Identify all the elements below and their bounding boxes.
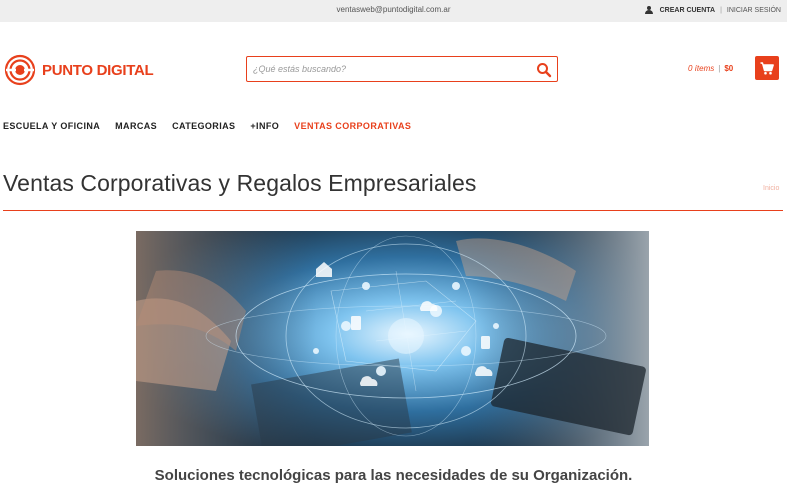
nav-mas-info[interactable]: +INFO [250, 121, 279, 131]
page-title: Ventas Corporativas y Regalos Empresaria… [3, 170, 477, 196]
user-icon [644, 6, 653, 14]
nav-ventas-corporativas[interactable]: VENTAS CORPORATIVAS [294, 121, 411, 131]
cart-items-count: 0 ítems [688, 64, 715, 73]
nav-marcas[interactable]: MARCAS [115, 121, 157, 131]
nav-escuela-y-oficina[interactable]: ESCUELA Y OFICINA [3, 121, 100, 131]
site-logo[interactable]: PUNTO DIGITAL [4, 54, 154, 86]
cart-total: $0 [724, 64, 734, 73]
account-links: CREAR CUENTA | INICIAR SESIÓN [644, 6, 781, 14]
breadcrumb-home[interactable]: Inicio [763, 185, 779, 192]
top-bar: ventasweb@puntodigital.com.ar CREAR CUEN… [0, 0, 787, 22]
hero-image [136, 231, 649, 446]
tagline: Soluciones tecnológicas para las necesid… [154, 467, 633, 484]
cart-separator: | [718, 64, 721, 73]
main-nav: ESCUELA Y OFICINA MARCAS CATEGORIAS +INF… [3, 121, 411, 131]
title-divider [3, 210, 783, 211]
nav-categorias[interactable]: CATEGORIAS [172, 121, 235, 131]
cart-button[interactable] [755, 56, 779, 80]
logo-text: PUNTO DIGITAL [42, 61, 154, 79]
create-account-link[interactable]: CREAR CUENTA [660, 7, 715, 14]
punto-digital-logo-icon [4, 54, 36, 86]
search-icon[interactable] [536, 62, 552, 78]
search-box [246, 56, 558, 82]
search-input[interactable] [253, 61, 523, 77]
login-link[interactable]: INICIAR SESIÓN [727, 7, 781, 14]
cart-summary[interactable]: 0 ítems | $0 [688, 64, 733, 73]
account-separator: | [720, 6, 722, 14]
shopping-cart-icon [760, 62, 774, 75]
